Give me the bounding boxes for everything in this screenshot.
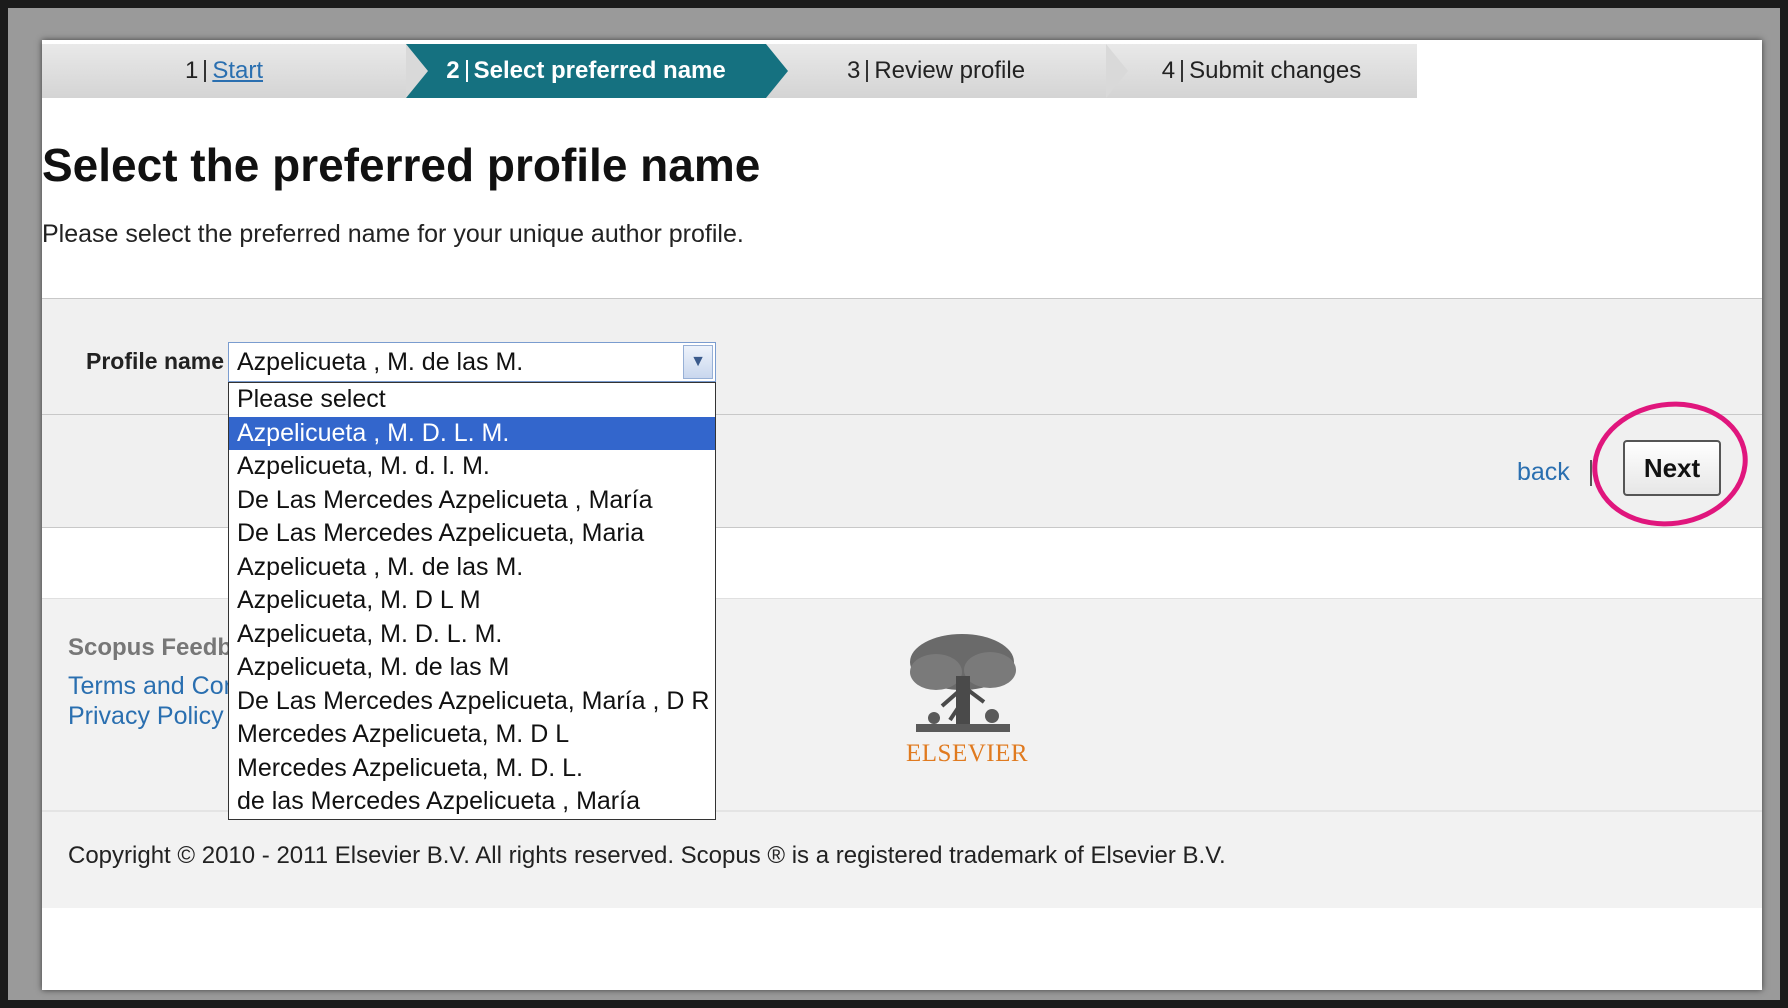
dropdown-option[interactable]: De Las Mercedes Azpelicueta, María , D R: [229, 685, 715, 719]
dropdown-option[interactable]: Please select: [229, 383, 715, 417]
profile-name-selected-value: Azpelicueta , M. de las M.: [237, 348, 524, 376]
elsevier-logo-text: ELSEVIER: [906, 740, 1029, 767]
scopus-feedback-label: Scopus Feedb: [68, 634, 233, 661]
back-link[interactable]: back: [1517, 458, 1570, 487]
progress-stepper: 1 Start 2 Select preferred name 3 Review…: [42, 44, 1417, 98]
step-separator: [465, 60, 468, 82]
page-title: Select the preferred profile name: [42, 139, 761, 191]
dropdown-option[interactable]: Azpelicueta , M. de las M.: [229, 551, 715, 585]
step-label: Select preferred name: [473, 57, 726, 84]
elsevier-tree-logo-icon: [906, 632, 1018, 738]
step-separator: [204, 60, 207, 82]
step-label: Submit changes: [1189, 57, 1362, 84]
step-number: 1: [184, 57, 199, 84]
chevron-right-icon: [1106, 44, 1128, 98]
dropdown-option-highlighted[interactable]: Azpelicueta , M. D. L. M.: [229, 416, 715, 450]
page-subtitle: Please select the preferred name for you…: [42, 220, 744, 248]
dropdown-option[interactable]: De Las Mercedes Azpelicueta, Maria: [229, 517, 715, 551]
chevron-right-icon: [766, 44, 788, 98]
dropdown-option[interactable]: Mercedes Azpelicueta, M. D. L.: [229, 752, 715, 786]
step-submit-changes: 4 Submit changes: [1106, 44, 1417, 98]
step-start-link[interactable]: Start: [212, 57, 263, 85]
profile-name-select[interactable]: Azpelicueta , M. de las M. ▼: [228, 342, 716, 382]
step-start[interactable]: 1 Start: [42, 44, 406, 98]
privacy-policy-link[interactable]: Privacy Policy: [68, 702, 224, 731]
profile-name-dropdown-list: Please select Azpelicueta , M. D. L. M. …: [228, 382, 716, 820]
step-separator: [866, 60, 869, 82]
dropdown-option[interactable]: Mercedes Azpelicueta, M. D L: [229, 718, 715, 752]
step-number: 3: [846, 57, 861, 84]
page: 1 Start 2 Select preferred name 3 Review…: [42, 40, 1762, 990]
step-select-preferred-name: 2 Select preferred name: [406, 44, 766, 98]
step-separator: [1181, 60, 1184, 82]
screenshot-frame: 1 Start 2 Select preferred name 3 Review…: [0, 0, 1788, 1008]
terms-link[interactable]: Terms and Con: [68, 672, 238, 701]
frame-border: 1 Start 2 Select preferred name 3 Review…: [8, 8, 1780, 1000]
step-number: 4: [1161, 57, 1176, 84]
profile-name-label: Profile name: [86, 348, 225, 374]
step-number: 2: [446, 57, 460, 84]
copyright-text: Copyright © 2010 - 2011 Elsevier B.V. Al…: [68, 842, 1226, 869]
dropdown-option[interactable]: Azpelicueta, M. de las M: [229, 651, 715, 685]
dropdown-option[interactable]: Azpelicueta, M. d. l. M.: [229, 450, 715, 484]
dropdown-option[interactable]: Azpelicueta, M. D. L. M.: [229, 618, 715, 652]
chevron-down-icon[interactable]: ▼: [683, 345, 713, 379]
dropdown-option[interactable]: de las Mercedes Azpelicueta , María: [229, 785, 715, 819]
dropdown-option[interactable]: Azpelicueta, M. D L M: [229, 584, 715, 618]
step-label: Review profile: [874, 57, 1026, 84]
chevron-right-icon: [406, 44, 428, 98]
dropdown-option[interactable]: De Las Mercedes Azpelicueta , María: [229, 484, 715, 518]
step-review-profile: 3 Review profile: [766, 44, 1106, 98]
